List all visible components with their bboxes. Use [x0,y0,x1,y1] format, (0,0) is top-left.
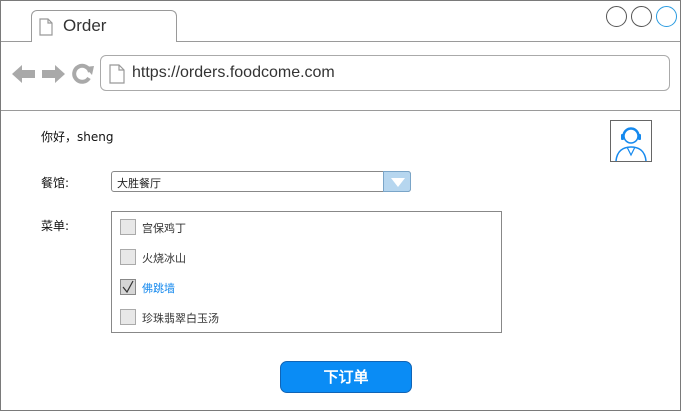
document-icon [39,18,53,40]
browser-toolbar: https://orders.foodcome.com [1,42,680,111]
user-avatar-icon[interactable] [610,120,652,162]
page-content: 你好，sheng 餐馆: 大胜餐厅 菜单: 宫保鸡丁 火烧冰山 佛跳墙 珍珠翡翠… [1,111,680,410]
restaurant-label: 餐馆: [41,176,70,190]
menu-item-label: 珍珠翡翠白玉汤 [142,312,219,325]
checkmark-icon [122,280,134,294]
close-button[interactable] [656,6,677,27]
menu-item-label: 火烧冰山 [142,252,186,265]
forward-arrow-icon[interactable] [41,64,65,88]
greeting-text: 你好，sheng [41,130,114,144]
menu-list: 宫保鸡丁 火烧冰山 佛跳墙 珍珠翡翠白玉汤 [111,211,502,333]
browser-window: Order https://orders.foodcome.com 你好，she… [0,0,681,411]
address-bar[interactable]: https://orders.foodcome.com [100,55,670,91]
title-bar: Order [1,1,680,42]
menu-item-label: 宫保鸡丁 [142,222,186,235]
checkbox-checked[interactable] [120,279,136,295]
menu-label: 菜单: [41,219,70,233]
minimize-button[interactable] [606,6,627,27]
restaurant-selected-value: 大胜餐厅 [117,177,161,190]
back-arrow-icon[interactable] [12,64,36,88]
url-text[interactable]: https://orders.foodcome.com [132,64,335,82]
menu-item-label: 佛跳墙 [142,282,175,295]
checkbox-unchecked[interactable] [120,249,136,265]
dropdown-arrow-icon[interactable] [383,171,411,192]
tab-title: Order [63,16,107,35]
place-order-button[interactable]: 下订单 [280,361,412,393]
browser-tab[interactable]: Order [31,10,177,42]
checkbox-unchecked[interactable] [120,219,136,235]
checkbox-unchecked[interactable] [120,309,136,325]
restaurant-select[interactable]: 大胜餐厅 [111,171,411,192]
page-icon [109,64,125,88]
maximize-button[interactable] [631,6,652,27]
refresh-icon[interactable] [72,63,94,89]
